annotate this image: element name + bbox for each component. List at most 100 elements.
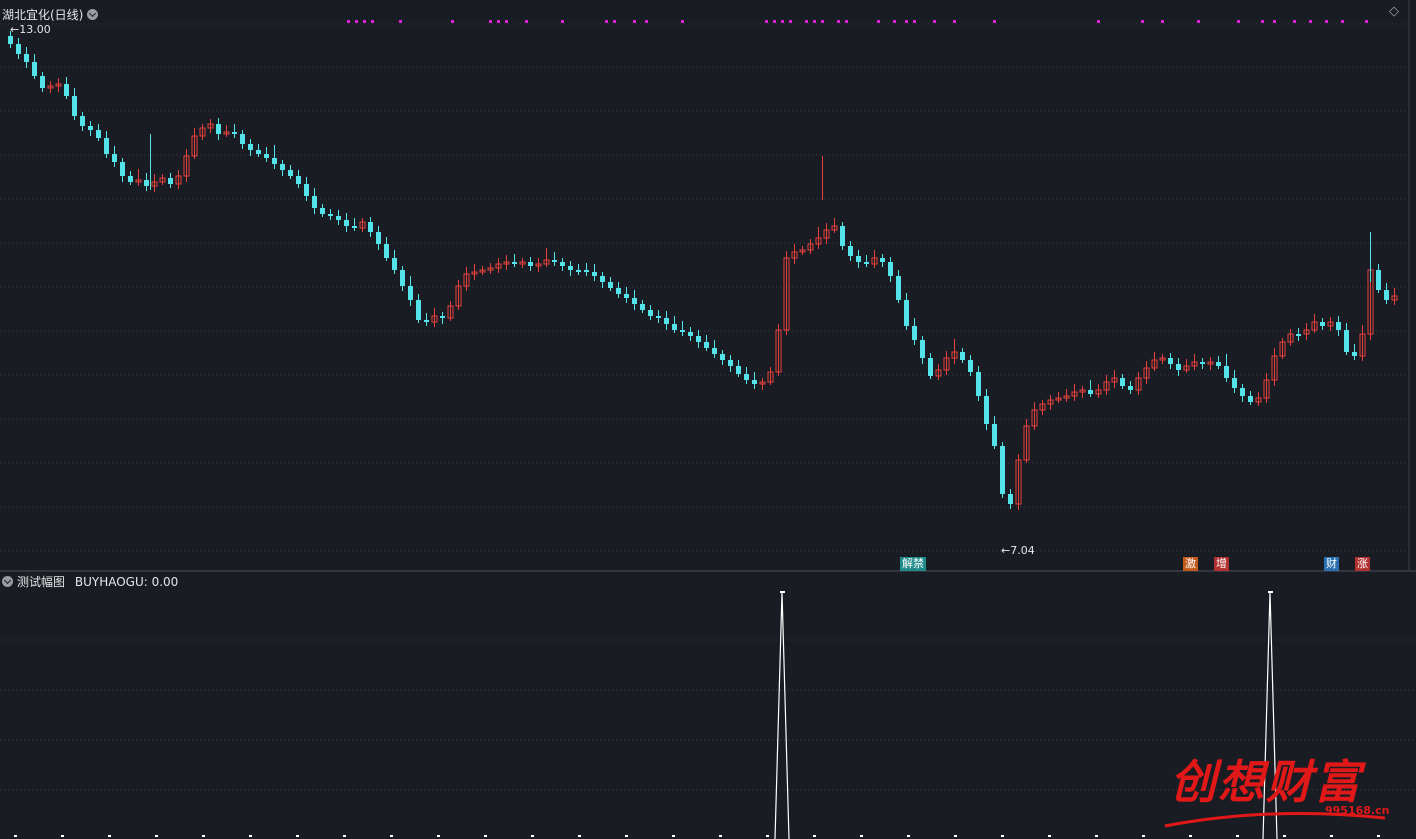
- candle-body-down: [32, 62, 37, 76]
- signal-marker: [821, 20, 824, 23]
- candle-body-down: [344, 220, 349, 226]
- signal-marker: [789, 20, 792, 23]
- candle-body-down: [640, 304, 645, 310]
- watermark-logo: 创想财富 995168.cn: [1164, 746, 1389, 828]
- candle-body-down: [648, 310, 653, 316]
- baseline-tick: [907, 835, 910, 837]
- candle-body-down: [96, 130, 101, 138]
- signal-marker: [893, 20, 896, 23]
- candle-body-down: [912, 326, 917, 340]
- signal-marker: [1197, 20, 1200, 23]
- event-tag-unlock[interactable]: 解禁: [900, 557, 926, 571]
- event-tag-increase[interactable]: 增: [1214, 557, 1229, 571]
- low-price-marker: ←7.04: [1001, 544, 1035, 557]
- candle-body-down: [904, 300, 909, 326]
- candle-body-down: [568, 266, 573, 270]
- candle-body-down: [112, 154, 117, 162]
- low-price-label: 7.04: [1010, 544, 1035, 557]
- candle-body-down: [712, 348, 717, 354]
- candle-body-down: [24, 54, 29, 62]
- candle-body-down: [336, 216, 341, 220]
- candle-body-down: [392, 258, 397, 270]
- signal-marker: [1141, 20, 1144, 23]
- candle-body-down: [664, 318, 669, 324]
- signal-marker: [605, 20, 608, 23]
- baseline-tick: [625, 835, 628, 837]
- candle-body-down: [680, 330, 685, 332]
- baseline-tick: [1048, 835, 1051, 837]
- signal-marker: [1365, 20, 1368, 23]
- candle-body-down: [688, 332, 693, 336]
- signal-marker: [613, 20, 616, 23]
- candle-body-down: [80, 116, 85, 126]
- event-tag-incentive[interactable]: 激: [1183, 557, 1198, 571]
- candle-body-down: [696, 336, 701, 342]
- candle-body-down: [120, 162, 125, 176]
- event-tag-finance[interactable]: 财: [1324, 557, 1339, 571]
- signal-marker: [363, 20, 366, 23]
- candle-body-down: [1352, 352, 1357, 356]
- candle-body-down: [288, 170, 293, 176]
- candle-body-down: [40, 76, 45, 88]
- candle-body-down: [616, 288, 621, 294]
- baseline-tick: [484, 835, 487, 837]
- candle-body-down: [416, 300, 421, 320]
- signal-marker: [913, 20, 916, 23]
- baseline-tick: [719, 835, 722, 837]
- baseline-tick: [813, 835, 816, 837]
- baseline-tick: [249, 835, 252, 837]
- signal-marker: [371, 20, 374, 23]
- candle-body-down: [1008, 494, 1013, 504]
- candle-body-down: [1168, 358, 1173, 364]
- candle-body-down: [440, 316, 445, 318]
- signal-marker: [781, 20, 784, 23]
- baseline-tick: [766, 835, 769, 837]
- candle-body-down: [928, 358, 933, 376]
- signal-peak-cap: [1268, 591, 1273, 593]
- chevron-down-icon[interactable]: [87, 9, 99, 20]
- baseline-tick: [954, 835, 957, 837]
- candle-body-down: [296, 176, 301, 184]
- candle-body-down: [656, 316, 661, 318]
- signal-marker: [1273, 20, 1276, 23]
- candle-body-down: [272, 158, 277, 164]
- candle-body-down: [304, 184, 309, 196]
- candle-body-down: [576, 270, 581, 272]
- candle-body-down: [672, 324, 677, 330]
- baseline-tick: [1001, 835, 1004, 837]
- candle-body-down: [1216, 362, 1221, 366]
- arrow-left-icon: ←: [1001, 544, 1011, 557]
- candle-body-down: [512, 262, 517, 264]
- candle-body-down: [1120, 378, 1125, 386]
- candle-body-down: [1088, 390, 1093, 394]
- signal-marker: [1293, 20, 1296, 23]
- candle-body-down: [728, 360, 733, 366]
- candle-body-down: [320, 208, 325, 214]
- signal-marker: [933, 20, 936, 23]
- candle-body-down: [1232, 378, 1237, 388]
- candle-body-down: [232, 132, 237, 134]
- event-tag-rise[interactable]: 涨: [1355, 557, 1370, 571]
- candle-body-down: [1240, 388, 1245, 396]
- signal-marker: [813, 20, 816, 23]
- candle-body-down: [312, 196, 317, 208]
- indicator-title: 测试幅图: [17, 575, 66, 589]
- candle-body-down: [720, 354, 725, 360]
- candle-body-down: [168, 178, 173, 184]
- baseline-tick: [578, 835, 581, 837]
- candle-body-down: [888, 262, 893, 276]
- signal-marker: [347, 20, 350, 23]
- baseline-tick: [531, 835, 534, 837]
- candle-body-down: [632, 298, 637, 304]
- diamond-icon[interactable]: ◇: [1389, 4, 1399, 19]
- watermark-swoosh: [1164, 812, 1386, 828]
- candle-body-down: [528, 262, 533, 266]
- candle-body-down: [240, 134, 245, 144]
- baseline-tick: [390, 835, 393, 837]
- kline-chart[interactable]: [0, 0, 1416, 839]
- candle-body-down: [968, 360, 973, 372]
- stock-title-bar: 湖北宜化(日线): [2, 6, 99, 23]
- chevron-down-icon[interactable]: [2, 576, 13, 587]
- indicator-value: BUYHAOGU: 0.00: [74, 575, 179, 589]
- candle-body-down: [88, 126, 93, 130]
